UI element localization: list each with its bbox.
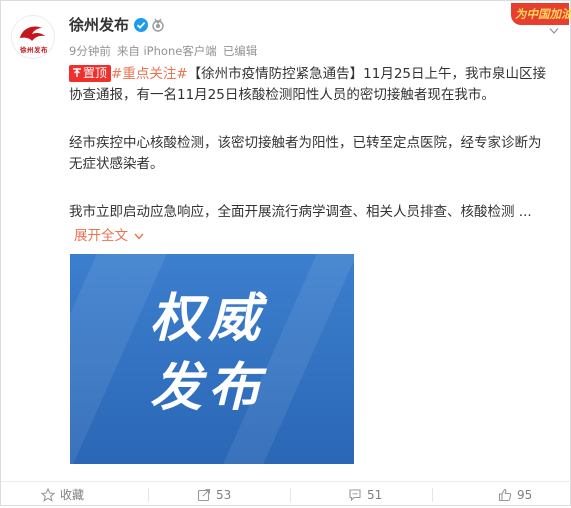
repost-icon — [197, 488, 211, 502]
paragraph-1-line-2: 协查通报，有一名11月25日核酸检测阳性人员的密切接触者现在我市。 — [69, 87, 495, 103]
image-title-line-1: 权威 — [150, 289, 267, 349]
medal-icon[interactable] — [151, 18, 165, 32]
post-source: 来自 iPhone客户端 — [116, 44, 217, 58]
comment-count: 51 — [367, 488, 383, 502]
avatar[interactable]: 徐州发布 — [11, 15, 55, 59]
divider — [148, 488, 149, 502]
chevron-down-icon[interactable] — [549, 27, 559, 35]
corner-campaign-badge: 为中国加油 — [511, 3, 571, 25]
paragraph-2-line-1: 经市疾控中心核酸检测，该密切接触者为阳性，已转至定点医院，经专家诊断为 — [69, 135, 542, 151]
paragraph-1-line-1: 【徐州市疫情防控紧急通告】11月25日上午，我市泉山区接 — [187, 66, 546, 82]
post-time[interactable]: 9分钟前 — [69, 44, 111, 58]
expand-label: 展开全文 — [74, 228, 128, 244]
thumbs-up-icon — [498, 488, 512, 502]
post-paragraph-3: 我市立即启动应急响应，全面开展流行病学调查、相关人员排查、核酸检测 ... — [69, 202, 569, 223]
pin-icon — [73, 68, 81, 77]
expand-full-text-link[interactable]: 展开全文 — [74, 226, 144, 246]
paragraph-2-line-2: 无症状感染者。 — [69, 156, 164, 172]
star-icon — [41, 488, 55, 502]
verified-icon — [134, 18, 148, 32]
divider — [432, 488, 433, 502]
repost-count: 53 — [216, 488, 232, 502]
topic-link[interactable]: #重点关注# — [111, 66, 188, 82]
action-bar: 收藏 53 51 95 — [1, 481, 571, 507]
comment-icon — [349, 489, 361, 502]
edited-label[interactable]: 已编辑 — [223, 44, 258, 58]
post-paragraph-2: 经市疾控中心核酸检测，该密切接触者为阳性，已转至定点医院，经专家诊断为 无症状感… — [69, 133, 569, 175]
author-name[interactable]: 徐州发布 — [69, 15, 129, 35]
image-title-line-2: 发布 — [150, 358, 267, 418]
pin-label: 置顶 — [83, 66, 108, 80]
divider — [290, 488, 291, 502]
chevron-down-icon — [134, 233, 144, 240]
favorite-label: 收藏 — [60, 488, 85, 502]
avatar-caption: 徐州发布 — [20, 46, 48, 54]
post-meta: 9分钟前 来自 iPhone客户端 已编辑 — [69, 43, 263, 59]
like-count: 95 — [517, 488, 533, 502]
post-paragraph-1: 置顶 #重点关注#【徐州市疫情防控紧急通告】11月25日上午，我市泉山区接 协查通… — [69, 64, 569, 106]
weibo-post-card: 徐州发布 徐州发布 9分钟前 来自 iPhone客户端 已编辑 为中国加油 置顶 #重… — [0, 0, 571, 506]
post-image[interactable]: 权威 发布 — [70, 254, 354, 464]
paragraph-3-line-1: 我市立即启动应急响应，全面开展流行病学调查、相关人员排查、核酸检测 ... — [69, 204, 532, 220]
pin-badge: 置顶 — [69, 65, 112, 82]
corner-badge-text: 为中国加油 — [515, 7, 571, 21]
